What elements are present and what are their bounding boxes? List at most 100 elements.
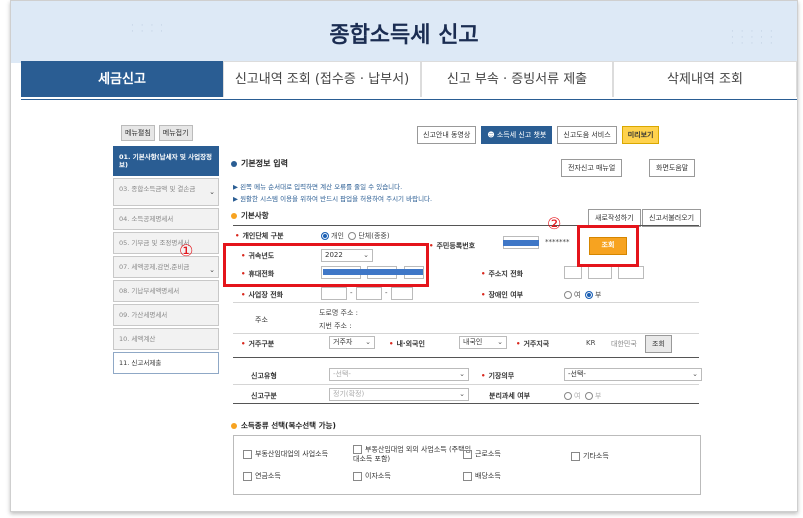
- chevron-down-icon: ⌄: [209, 188, 215, 196]
- subsection-bullet-icon: [231, 213, 237, 219]
- income-type-item[interactable]: 배당소득: [463, 471, 501, 481]
- menu-item-penalty-tax[interactable]: 09. 가산세명세서: [113, 304, 219, 326]
- checkbox-icon[interactable]: [353, 445, 362, 454]
- radio-label: 단체(종중): [358, 232, 390, 240]
- label-text: 주소지 전화: [488, 270, 524, 278]
- main-tabs: 세금신고 신고내역 조회 (접수증 · 납부서) 신고 부속 · 증빙서류 제출…: [21, 61, 797, 100]
- country-name: 대한민국: [611, 340, 637, 348]
- label-text: 주민등록번호: [436, 242, 476, 250]
- biz-phone-input-1[interactable]: [321, 287, 347, 300]
- menu-expand-button[interactable]: 메뉴펼침: [121, 125, 155, 141]
- home-phone-input-3[interactable]: [618, 266, 644, 279]
- tab-deleted-history[interactable]: 삭제내역 조회: [613, 61, 797, 97]
- separate-tax-radio-group[interactable]: 여 부: [564, 391, 601, 401]
- basic-info-title: 기본정보 입력: [231, 158, 288, 169]
- chevron-down-icon: ⌄: [692, 370, 698, 378]
- country-label: • 거주지국: [516, 340, 550, 348]
- menu-collapse-button[interactable]: 메뉴접기: [158, 125, 193, 141]
- income-type-item[interactable]: 부동산임대업의 사업소득: [243, 449, 328, 459]
- checkbox-icon[interactable]: [243, 471, 252, 481]
- checkbox-label: 근로소득: [475, 450, 501, 458]
- country-code: KR: [586, 339, 596, 347]
- report-class-select[interactable]: 정기(확정) ⌄: [329, 388, 469, 401]
- divider: [233, 403, 699, 404]
- menu-item-donation[interactable]: 05. 기부금 및 조정명세서: [113, 232, 219, 254]
- biz-phone-input-3[interactable]: [391, 287, 413, 300]
- video-guide-button[interactable]: 신고안내 동영상: [417, 126, 477, 144]
- label-text: 거주구분: [248, 340, 275, 348]
- section-bullet-icon: [231, 160, 237, 167]
- radio-icon[interactable]: [321, 232, 329, 240]
- income-type-item[interactable]: 부동산임대업 외의 사업소득 (주택임대소득 포함): [353, 445, 473, 464]
- resident-no-label: • 주민등록번호: [429, 242, 476, 250]
- menu-item-submit[interactable]: 11. 신고서제출: [113, 352, 219, 374]
- biz-phone-label: • 사업장 전화: [241, 291, 284, 299]
- income-type-item[interactable]: 근로소득: [463, 449, 501, 459]
- checkbox-icon[interactable]: [463, 471, 472, 481]
- resident-no-masked: *******: [545, 238, 570, 246]
- menu-item-tax-calc[interactable]: 10. 세액계산: [113, 328, 219, 350]
- radio-icon[interactable]: [564, 392, 572, 400]
- checkbox-label: 연금소득: [255, 472, 281, 480]
- screen-help-button[interactable]: 화면도움말: [649, 159, 696, 177]
- bookkeeping-select[interactable]: -선택- ⌄: [564, 368, 702, 381]
- help-service-button[interactable]: 신고도움 서비스: [557, 126, 617, 144]
- select-value: 거주자: [333, 338, 353, 346]
- tab-tax-report[interactable]: 세금신고: [21, 61, 223, 97]
- report-type-select[interactable]: -선택- ⌄: [329, 368, 469, 381]
- bookkeeping-label: • 기장의무: [481, 372, 515, 380]
- menu-item-income[interactable]: 03. 종합소득금액 및 결손금 ⌄: [113, 178, 219, 206]
- checkbox-icon[interactable]: [243, 449, 252, 459]
- address-label: 주소: [255, 316, 268, 324]
- report-type-label: 신고유형: [251, 372, 277, 380]
- preview-button[interactable]: 미리보기: [621, 126, 660, 144]
- home-phone-input-2[interactable]: [588, 266, 612, 279]
- highlight-box-1: [223, 243, 429, 287]
- radio-icon[interactable]: [584, 291, 593, 299]
- income-type-item[interactable]: 이자소득: [353, 471, 391, 481]
- checkbox-icon[interactable]: [571, 451, 580, 461]
- chevron-down-icon: ⌄: [459, 390, 465, 398]
- separate-tax-label: 분리과세 여부: [489, 392, 531, 400]
- checkbox-icon[interactable]: [463, 449, 472, 459]
- radio-icon[interactable]: [348, 232, 357, 240]
- biz-phone-input-2[interactable]: [356, 287, 382, 300]
- manual-button[interactable]: 전자신고 매뉴얼: [561, 159, 623, 177]
- country-lookup-button[interactable]: 조회: [645, 335, 672, 353]
- home-phone-input-1[interactable]: [564, 266, 582, 279]
- checkbox-icon[interactable]: [353, 471, 362, 481]
- disabled-radio-group[interactable]: 여 부: [564, 290, 601, 300]
- radio-icon[interactable]: [584, 392, 593, 400]
- income-type-item[interactable]: 연금소득: [243, 471, 281, 481]
- menu-item-prepaid-tax[interactable]: 08. 기납부세액명세서: [113, 280, 219, 302]
- menu-item-tax-credit[interactable]: 07. 세액공제,감면,준비금 ⌄: [113, 256, 219, 278]
- tab-report-history[interactable]: 신고내역 조회 (접수증 · 납부서): [223, 61, 421, 97]
- radio-label: 여: [574, 392, 581, 400]
- person-type-radio-group[interactable]: 개인 단체(종중): [321, 231, 390, 241]
- nationality-select[interactable]: 내국인 ⌄: [459, 336, 507, 349]
- menu-item-deduction[interactable]: 04. 소득공제명세서: [113, 208, 219, 230]
- radio-label: 개인: [331, 232, 344, 240]
- notice-text: 원활한 시스템 이용을 위하여 반드시 팝업을 허용하여 주시기 바랍니다.: [240, 195, 433, 203]
- nationality-label: • 내·외국인: [389, 340, 425, 348]
- blurred-value: [503, 240, 539, 246]
- annotation-number-1: ①: [179, 241, 194, 260]
- divider: [233, 333, 699, 334]
- annotation-number-2: ②: [547, 214, 562, 233]
- subsection-title-text: 기본사항: [241, 211, 269, 220]
- radio-icon[interactable]: [564, 291, 572, 299]
- menu-item-basic-info[interactable]: 01. 기본사항(납세자 및 사업장정보): [113, 146, 219, 176]
- tab-attachments[interactable]: 신고 부속 · 증빙서류 제출: [421, 61, 613, 97]
- radio-label: 부: [594, 291, 602, 299]
- income-type-item[interactable]: 기타소득: [571, 451, 609, 461]
- residence-select[interactable]: 거주자 ⌄: [329, 336, 375, 349]
- residence-label: • 거주구분: [241, 340, 275, 348]
- page-title: 종합소득세 신고: [329, 23, 479, 48]
- home-phone-label: • 주소지 전화: [481, 270, 524, 278]
- select-value: -선택-: [568, 370, 586, 378]
- lot-address: 지번 주소 :: [319, 322, 352, 330]
- income-types-title: 소득종류 선택(복수선택 가능): [231, 420, 336, 431]
- chevron-down-icon: ⌄: [459, 370, 465, 378]
- chatbot-button[interactable]: ☻ 소득세 신고 챗봇: [481, 126, 553, 144]
- menu-item-label: 07. 세액공제,감면,준비금: [119, 263, 190, 271]
